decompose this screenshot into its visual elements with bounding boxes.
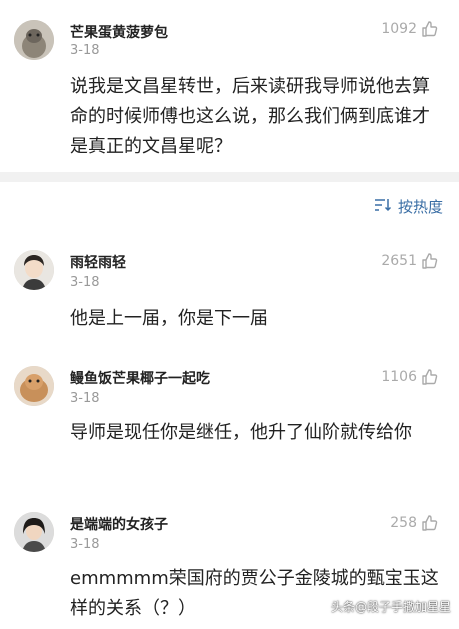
like-button[interactable]: 1106 xyxy=(381,368,439,386)
comment-date: 3-18 xyxy=(70,275,100,290)
sort-label: 按热度 xyxy=(397,198,443,216)
comment-date: 3-18 xyxy=(70,43,100,58)
avatar[interactable] xyxy=(14,366,54,406)
reply-item: 鳗鱼饭芒果椰子一起吃 3-18 1106 导师是现任你是继任，他升了仙阶就传给你 xyxy=(0,356,459,496)
thumbs-up-icon xyxy=(421,514,439,532)
section-divider xyxy=(0,172,459,182)
sort-by-hot-button[interactable]: 按热度 xyxy=(374,196,443,217)
username[interactable]: 芒果蛋黄菠萝包 xyxy=(70,22,168,42)
thumbs-up-icon xyxy=(421,368,439,386)
like-count: 1092 xyxy=(381,21,417,37)
username[interactable]: 是端端的女孩子 xyxy=(70,514,168,534)
like-button[interactable]: 2651 xyxy=(381,252,439,270)
avatar[interactable] xyxy=(14,512,54,552)
avatar[interactable] xyxy=(14,250,54,290)
username[interactable]: 雨轻雨轻 xyxy=(70,252,126,272)
avatar[interactable] xyxy=(14,20,54,60)
like-count: 258 xyxy=(390,515,417,531)
top-comment: 芒果蛋黄菠萝包 3-18 1092 说我是文昌星转世，后来读研我导师说他去算命的… xyxy=(0,0,459,172)
sort-icon xyxy=(374,198,398,216)
reply-item: 雨轻雨轻 3-18 2651 他是上一届，你是下一届 xyxy=(0,240,459,350)
username[interactable]: 鳗鱼饭芒果椰子一起吃 xyxy=(70,368,210,388)
comment-text: 说我是文昌星转世，后来读研我导师说他去算命的时候师傅也这么说，那么我们俩到底谁才… xyxy=(70,76,430,157)
thumbs-up-icon xyxy=(421,252,439,270)
comment-date: 3-18 xyxy=(70,537,100,552)
like-count: 2651 xyxy=(381,253,417,269)
like-count: 1106 xyxy=(381,369,417,385)
thumbs-up-icon xyxy=(421,20,439,38)
like-button[interactable]: 1092 xyxy=(381,20,439,38)
comment-text: 导师是现任你是继任，他升了仙阶就传给你 xyxy=(70,422,412,443)
like-button[interactable]: 258 xyxy=(390,514,439,532)
comment-text: emmmmm荣国府的贾公子金陵城的甄宝玉这样的关系（？） xyxy=(70,568,439,619)
comment-text: 他是上一届，你是下一届 xyxy=(70,308,268,329)
comment-date: 3-18 xyxy=(70,391,100,406)
watermark: 头条@段子手撒加星星 xyxy=(330,600,451,614)
